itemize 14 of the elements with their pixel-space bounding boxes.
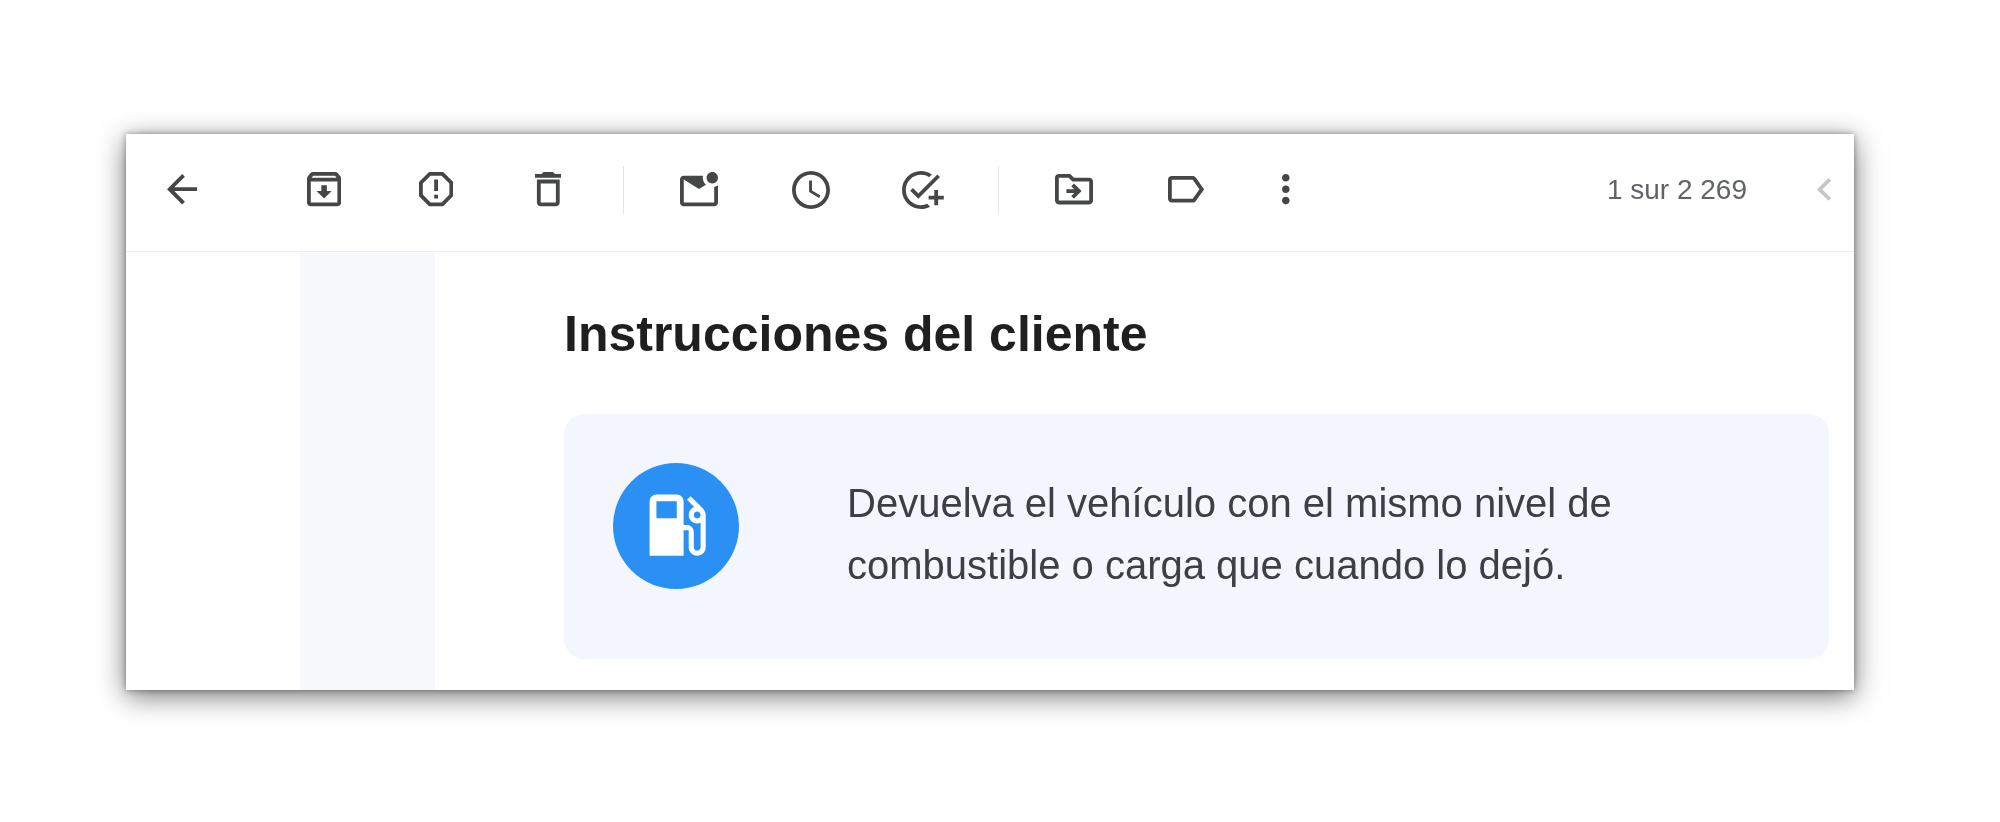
clock-icon: [792, 170, 830, 209]
page-counter: 1 sur 2 269: [1606, 173, 1747, 206]
check-circle-plus-icon: [902, 170, 944, 209]
arrow-left-icon: [166, 174, 198, 205]
instruction-text: Devuelva el vehículo con el mismo nivel de combustible o carga que cuando lo dejó.: [847, 480, 1613, 589]
archive-box-icon: [306, 172, 342, 207]
tag-icon: [1167, 176, 1205, 203]
folder-arrow-icon: [1055, 174, 1093, 205]
more-vert-icon: [1282, 174, 1290, 205]
section-heading: Instrucciones del cliente: [564, 305, 1149, 364]
exclamation-octagon-icon: [418, 172, 454, 207]
trash-icon: [534, 172, 562, 207]
chevron-left-icon: [1816, 178, 1832, 201]
fuel-pump-icon: [613, 463, 739, 589]
